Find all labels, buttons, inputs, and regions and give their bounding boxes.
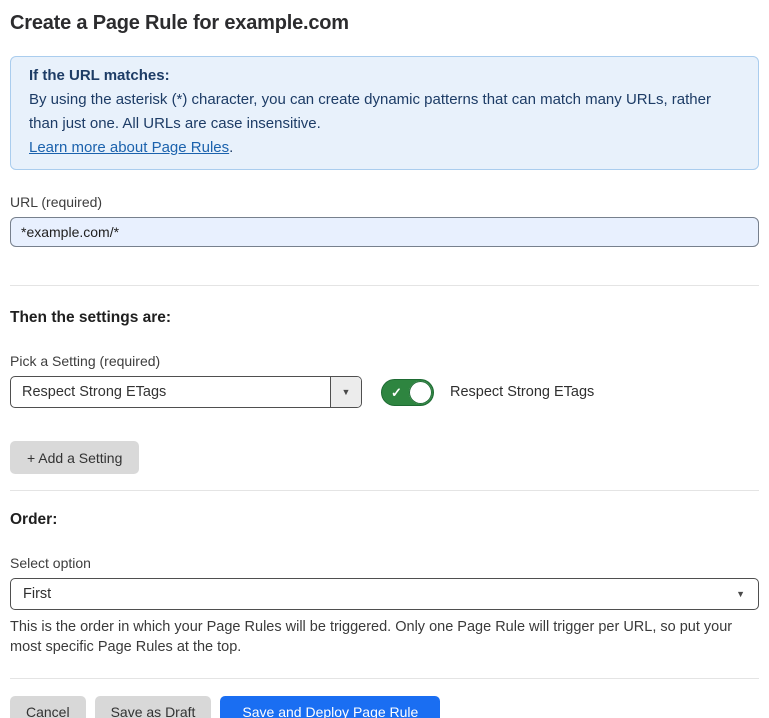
setting-row: Respect Strong ETags ▼ ✓ Respect Strong … xyxy=(10,376,759,408)
toggle-knob xyxy=(409,381,432,404)
divider xyxy=(10,678,759,679)
create-page-rule-form: Create a Page Rule for example.com If th… xyxy=(0,0,769,718)
order-section-heading: Order: xyxy=(10,511,759,529)
add-setting-button[interactable]: + Add a Setting xyxy=(10,441,139,474)
order-select-label: Select option xyxy=(10,555,759,571)
pick-setting-label: Pick a Setting (required) xyxy=(10,353,759,369)
url-field-label: URL (required) xyxy=(10,194,759,210)
link-suffix: . xyxy=(229,139,233,156)
settings-section-heading: Then the settings are: xyxy=(10,309,759,327)
order-select[interactable]: First ▼ xyxy=(10,578,759,610)
divider xyxy=(10,285,759,286)
info-box-link-line: Learn more about Page Rules. xyxy=(29,136,740,160)
respect-strong-etags-toggle[interactable]: ✓ xyxy=(381,379,434,406)
cancel-button[interactable]: Cancel xyxy=(10,696,86,718)
order-select-value: First xyxy=(23,586,51,602)
info-box-body: By using the asterisk (*) character, you… xyxy=(29,88,740,136)
divider xyxy=(10,490,759,491)
page-title: Create a Page Rule for example.com xyxy=(10,12,759,35)
setting-select-value: Respect Strong ETags xyxy=(11,377,330,407)
setting-select-caret-button[interactable]: ▼ xyxy=(330,377,361,407)
caret-down-icon: ▼ xyxy=(736,590,745,599)
setting-select[interactable]: Respect Strong ETags ▼ xyxy=(10,376,362,408)
learn-more-link[interactable]: Learn more about Page Rules xyxy=(29,139,229,156)
url-input[interactable] xyxy=(10,217,759,247)
check-icon: ✓ xyxy=(391,384,402,401)
save-deploy-button[interactable]: Save and Deploy Page Rule xyxy=(220,696,440,718)
save-draft-button[interactable]: Save as Draft xyxy=(95,696,212,718)
url-match-info-box: If the URL matches: By using the asteris… xyxy=(10,56,759,170)
caret-down-icon: ▼ xyxy=(342,388,351,397)
footer-actions: Cancel Save as Draft Save and Deploy Pag… xyxy=(10,696,759,718)
order-helper-text: This is the order in which your Page Rul… xyxy=(10,618,759,657)
toggle-label: Respect Strong ETags xyxy=(450,384,594,400)
info-box-title: If the URL matches: xyxy=(29,64,740,88)
